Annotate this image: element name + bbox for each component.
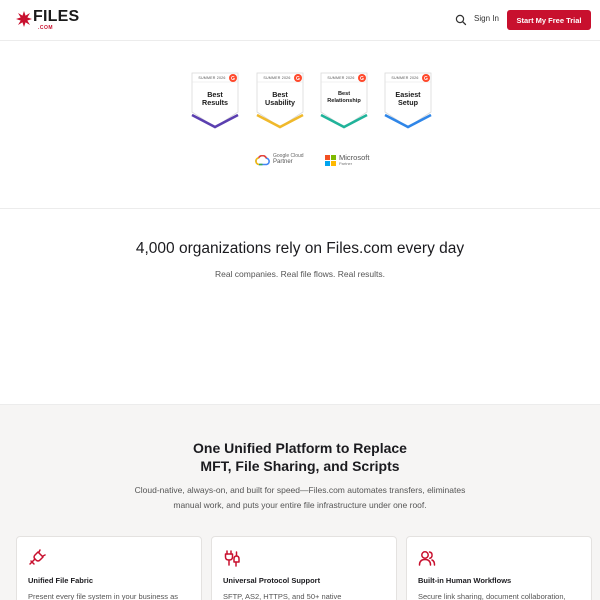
badge-title-line2: Relationship [327, 98, 361, 104]
badge-season: SUMMER 2026 [391, 76, 419, 80]
badge-title-line2: Results [202, 98, 228, 107]
platform-title-line1: One Unified Platform to Replace [193, 440, 407, 456]
card-title: Built-in Human Workflows [418, 576, 512, 585]
badge-best-usability: G SUMMER 2026 Best Usability [255, 72, 305, 129]
badge-season: SUMMER 2026 [263, 76, 291, 80]
plug-pair-icon [224, 550, 240, 567]
microsoft-partner-logo: Microsoft Partner [325, 153, 369, 167]
badge-best-relationship: G SUMMER 2026 Best Relationship [319, 72, 369, 129]
plug-connection-icon [29, 549, 46, 565]
logo-wordmark: FILES [33, 8, 80, 25]
badge-title-line2: Setup [398, 98, 418, 107]
badge-season: SUMMER 2026 [327, 76, 355, 80]
badge-title-line2: Usability [265, 98, 295, 107]
feature-card-built-in-human-workflows[interactable]: Built-in Human Workflows Secure link sha… [406, 536, 592, 600]
logo-mark-icon [16, 11, 32, 27]
badge-easiest-setup: G SUMMER 2026 Easiest Setup [383, 72, 433, 129]
badge-title-line1: Best [337, 91, 351, 97]
platform-description: Cloud-native, always-on, and built for s… [110, 483, 490, 513]
feature-card-unified-file-fabric[interactable]: Unified File Fabric Present every file s… [16, 536, 202, 600]
card-text: SFTP, AS2, HTTPS, and 50+ native [223, 592, 342, 600]
card-title: Unified File Fabric [28, 576, 94, 585]
start-free-trial-button[interactable]: Start My Free Trial [507, 10, 591, 30]
google-partner-line2: Partner [273, 159, 293, 166]
users-icon [418, 551, 436, 566]
badge-best-results: G SUMMER 2026 Best Results [190, 72, 240, 129]
platform-title-line2: MFT, File Sharing, and Scripts [200, 458, 400, 474]
social-proof-headline: 4,000 organizations rely on Files.com ev… [135, 240, 465, 257]
google-cloud-partner-logo: Google Cloud Partner [255, 153, 304, 167]
card-title: Universal Protocol Support [223, 576, 321, 585]
card-text: Present every file system in your busine… [28, 592, 179, 600]
google-cloud-icon [255, 154, 270, 165]
platform-section: One Unified Platform to Replace MFT, Fil… [0, 404, 600, 600]
site-header: FILES .COM Sign In Start My Free Trial [0, 0, 600, 41]
social-proof-subline: Real companies. Real file flows. Real re… [214, 269, 386, 279]
platform-title: One Unified Platform to Replace MFT, Fil… [0, 439, 600, 475]
files-logo[interactable]: FILES .COM [14, 8, 79, 31]
badge-season: SUMMER 2026 [198, 76, 226, 80]
feature-card-universal-protocol-support[interactable]: Universal Protocol Support SFTP, AS2, HT… [211, 536, 397, 600]
search-button[interactable] [455, 13, 469, 27]
microsoft-partner-line2: Partner [339, 160, 353, 166]
microsoft-logo-icon [325, 154, 336, 166]
g2-badges: G SUMMER 2026 Best Results G SUMMER 2026… [190, 72, 434, 130]
card-text: Secure link sharing, document collaborat… [418, 592, 566, 600]
platform-description-line2: manual work, and puts your entire file i… [173, 500, 427, 510]
logo-suffix: .COM [38, 25, 54, 31]
platform-description-line1: Cloud-native, always-on, and built for s… [134, 485, 466, 495]
section-divider [0, 208, 600, 209]
sign-in-link[interactable]: Sign In [474, 14, 499, 23]
search-icon [455, 14, 467, 26]
